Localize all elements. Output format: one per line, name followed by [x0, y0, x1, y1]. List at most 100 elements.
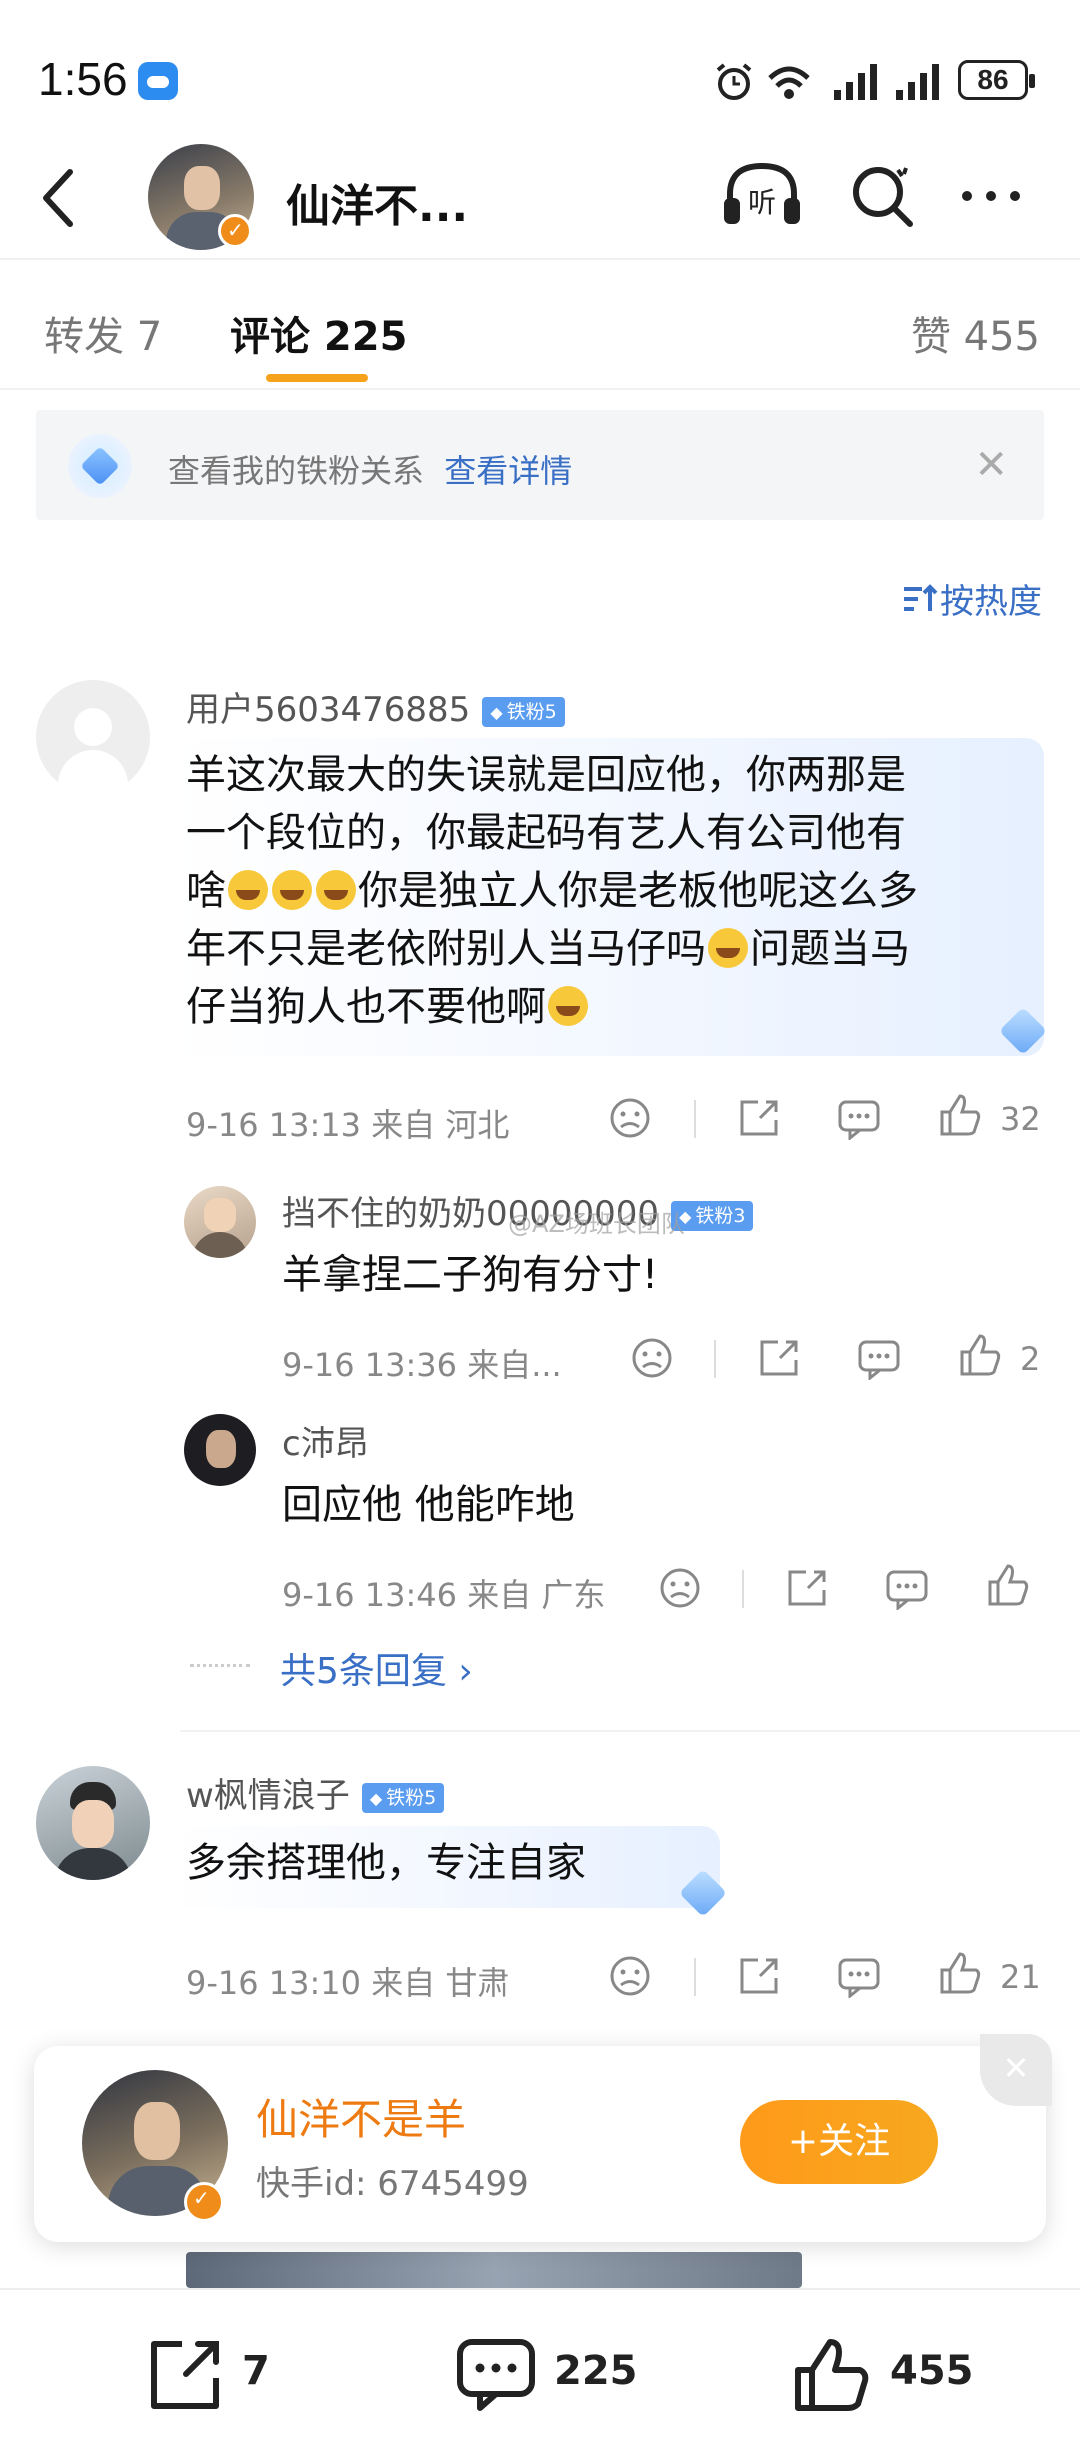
comment-username-text: 用户5603476885	[186, 690, 471, 730]
listen-icon[interactable]: 听	[720, 158, 804, 228]
comment-fragment: 问题当马	[750, 926, 910, 972]
comment-username-text: w枫情浪子	[186, 1776, 350, 1816]
sort-icon	[904, 583, 938, 611]
tab-repost[interactable]: 转发 7	[44, 304, 162, 362]
watermark: @AZ场班长团队	[508, 1210, 685, 1238]
reply-username[interactable]: c沛昂	[282, 1416, 369, 1465]
fan-banner-link[interactable]: 查看详情	[444, 452, 572, 490]
dislike-icon[interactable]	[658, 1566, 702, 1610]
share-icon[interactable]	[756, 1336, 802, 1380]
like-icon[interactable]	[958, 1332, 1004, 1378]
more-options-icon[interactable]	[962, 186, 1034, 205]
repost-button[interactable]	[146, 2336, 226, 2416]
follow-button[interactable]: +关注	[740, 2100, 938, 2184]
laugh-cry-emoji	[316, 870, 356, 910]
divider	[694, 1958, 696, 1996]
verified-icon	[218, 214, 252, 248]
comment-line: 羊这次最大的失误就是回应他，你两那是	[186, 752, 906, 798]
comment-location: 来自 河北	[371, 1106, 510, 1144]
comment-meta: 9-16 13:13 来自 河北	[186, 1100, 509, 1146]
comment-avatar[interactable]	[36, 680, 150, 794]
comment-divider	[180, 1730, 1080, 1732]
fan-diamond-icon	[68, 434, 132, 498]
alarm-icon	[716, 63, 752, 100]
reply-icon[interactable]	[836, 1096, 882, 1140]
signal-icon	[834, 64, 877, 100]
comment-line: 一个段位的，你最起码有艺人有公司他有	[186, 810, 906, 856]
status-time: 1:56	[38, 53, 128, 105]
listen-label: 听	[748, 186, 776, 219]
comment-line: 啥 你是独立人你是老板他呢这么多	[186, 862, 1036, 920]
dislike-icon[interactable]	[608, 1096, 652, 1140]
comment-line: 仔当狗人也不要他啊	[186, 978, 1036, 1036]
tab-likes[interactable]: 赞 455	[911, 304, 1040, 362]
comment-icon	[457, 2339, 535, 2411]
back-arrow-icon[interactable]	[38, 168, 78, 228]
laugh-cry-emoji	[708, 928, 748, 968]
more-replies-link[interactable]: 共5条回复 ›	[280, 1642, 473, 1694]
reply-text: 回应他 他能咋地	[282, 1482, 575, 1528]
comment-avatar[interactable]	[36, 1766, 150, 1880]
tab-comments[interactable]: 评论 225	[230, 304, 407, 362]
search-icon[interactable]	[848, 162, 918, 232]
comment-location: 来自 甘肃	[371, 1964, 510, 2002]
fan-badge: 铁粉5	[482, 696, 565, 727]
comment-username[interactable]: 用户5603476885 铁粉5	[186, 682, 565, 731]
comment-line: 年不只是老依附别人当马仔吗 问题当马	[186, 920, 1036, 978]
comment-meta: 9-16 13:10 来自 甘肃	[186, 1958, 509, 2004]
signal-icon-2	[896, 64, 939, 100]
share-icon[interactable]	[736, 1096, 782, 1140]
wifi-icon	[768, 66, 810, 99]
comment-text: 羊这次最大的失误就是回应他，你两那是 一个段位的，你最起码有艺人有公司他有 啥 你…	[186, 746, 1036, 1036]
like-count: 32	[1000, 1100, 1041, 1138]
bottom-action-bar: 7 225 455	[0, 2288, 1080, 2449]
share-icon	[151, 2341, 219, 2409]
like-count: 2	[1020, 1340, 1041, 1378]
like-icon	[795, 2339, 869, 2411]
dislike-icon[interactable]	[630, 1336, 674, 1380]
reply-meta: 9-16 13:36 来自...	[282, 1340, 562, 1386]
reply-text: 羊拿捏二子狗有分寸!	[282, 1252, 659, 1298]
comment-time: 9-16 13:10	[186, 1964, 362, 2002]
reply-icon[interactable]	[856, 1336, 902, 1380]
comment-fragment: 你是独立人你是老板他呢这么多	[358, 868, 918, 914]
author-name[interactable]: 仙洋不...	[286, 170, 468, 234]
replies-connector	[190, 1664, 250, 1667]
comment-fragment: 仔当狗人也不要他啊	[186, 984, 546, 1030]
top-nav: 仙洋不... 听	[0, 130, 1080, 260]
reply-avatar[interactable]	[184, 1186, 256, 1258]
reply-icon[interactable]	[836, 1954, 882, 1998]
content-image-peek	[186, 2252, 802, 2288]
like-icon[interactable]	[986, 1562, 1032, 1608]
status-bar: 1:56 86	[0, 0, 1080, 130]
fan-banner-text: 查看我的铁粉关系	[168, 452, 425, 490]
share-icon[interactable]	[784, 1566, 830, 1610]
follow-card-id: 快手id: 6745499	[256, 2164, 529, 2204]
share-icon[interactable]	[736, 1954, 782, 1998]
follow-card: 仙洋不是羊 快手id: 6745499 +关注 ✕	[34, 2034, 1052, 2242]
comment-fragment: 啥	[186, 868, 226, 914]
like-icon[interactable]	[938, 1092, 984, 1138]
comment-fragment: 年不只是老依附别人当马仔吗	[186, 926, 706, 972]
sort-button[interactable]: 按热度	[900, 574, 1042, 623]
like-total: 455	[890, 2348, 974, 2394]
like-button[interactable]	[792, 2336, 872, 2418]
fan-badge: 铁粉5	[361, 1782, 445, 1813]
verified-icon	[184, 2182, 224, 2222]
close-icon[interactable]: ✕	[974, 442, 1008, 488]
comment-username[interactable]: w枫情浪子铁粉5	[186, 1768, 445, 1817]
battery-indicator: 86	[958, 60, 1035, 100]
comment-time: 9-16 13:13	[186, 1106, 362, 1144]
like-icon[interactable]	[938, 1950, 984, 1996]
close-icon[interactable]: ✕	[980, 2034, 1052, 2106]
follow-card-name[interactable]: 仙洋不是羊	[256, 2086, 466, 2147]
dislike-icon[interactable]	[608, 1954, 652, 1998]
reply-avatar[interactable]	[184, 1414, 256, 1486]
comment-button[interactable]	[456, 2336, 536, 2416]
reply-time: 9-16 13:36	[282, 1346, 458, 1384]
sparkle-diamond-icon	[996, 1004, 1050, 1058]
sort-label: 按热度	[940, 582, 1042, 622]
divider	[714, 1340, 716, 1378]
reply-icon[interactable]	[884, 1566, 930, 1610]
tab-bar: 转发 7 评论 225 赞 455	[0, 260, 1080, 390]
